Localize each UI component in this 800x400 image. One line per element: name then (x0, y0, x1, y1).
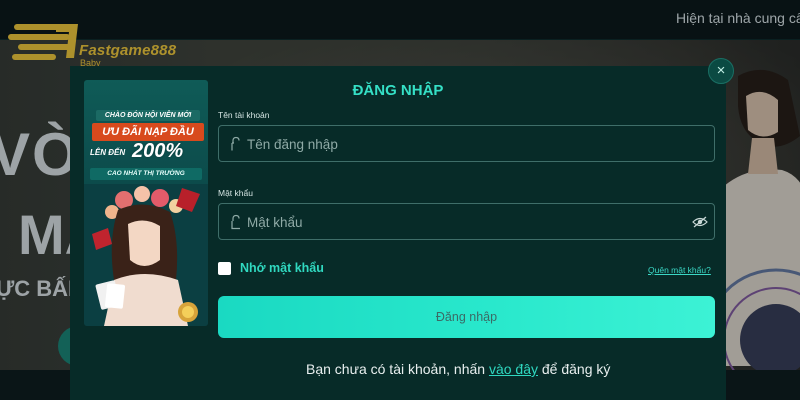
username-input[interactable] (247, 133, 687, 155)
eye-slash-icon[interactable] (692, 216, 708, 228)
login-title: ĐĂNG NHẬP (352, 82, 444, 99)
close-icon: × (716, 62, 726, 79)
lock-icon (231, 136, 240, 151)
promo-line-3: LÊN ĐẾN (90, 148, 126, 157)
username-label: Tên tài khoản (218, 110, 270, 120)
signup-link[interactable]: vào đây (489, 361, 538, 377)
forgot-password-link[interactable]: Quên mật khẩu? (648, 265, 711, 275)
promo-line-4: CAO NHẤT THỊ TRƯỜNG (90, 168, 202, 180)
remember-label: Nhớ mật khẩu (240, 261, 324, 275)
password-field[interactable] (218, 203, 715, 240)
close-button[interactable]: × (708, 58, 734, 84)
login-button[interactable]: Đăng nhập (218, 296, 715, 338)
remember-password[interactable]: Nhớ mật khẩu (218, 260, 324, 276)
promo-line-2: ƯU ĐÃI NẠP ĐẦU (92, 123, 204, 141)
password-input[interactable] (247, 211, 687, 233)
promo-banner: CHÀO ĐÓN HỘI VIÊN MỚI ƯU ĐÃI NẠP ĐẦU LÊN… (84, 80, 208, 326)
password-label: Mật khẩu (218, 188, 253, 198)
remember-checkbox[interactable] (218, 261, 231, 275)
username-field[interactable] (218, 125, 715, 162)
promo-model-image (84, 184, 208, 326)
signup-prompt: Bạn chưa có tài khoản, nhấn vào đây để đ… (306, 361, 610, 377)
promo-percent: 200% (132, 140, 184, 162)
promo-line-1: CHÀO ĐÓN HỘI VIÊN MỚI (96, 110, 200, 121)
signup-text: Bạn chưa có tài khoản, nhấn (306, 361, 486, 377)
lock-icon (231, 214, 240, 230)
signup-suffix: để đăng ký (541, 361, 611, 377)
